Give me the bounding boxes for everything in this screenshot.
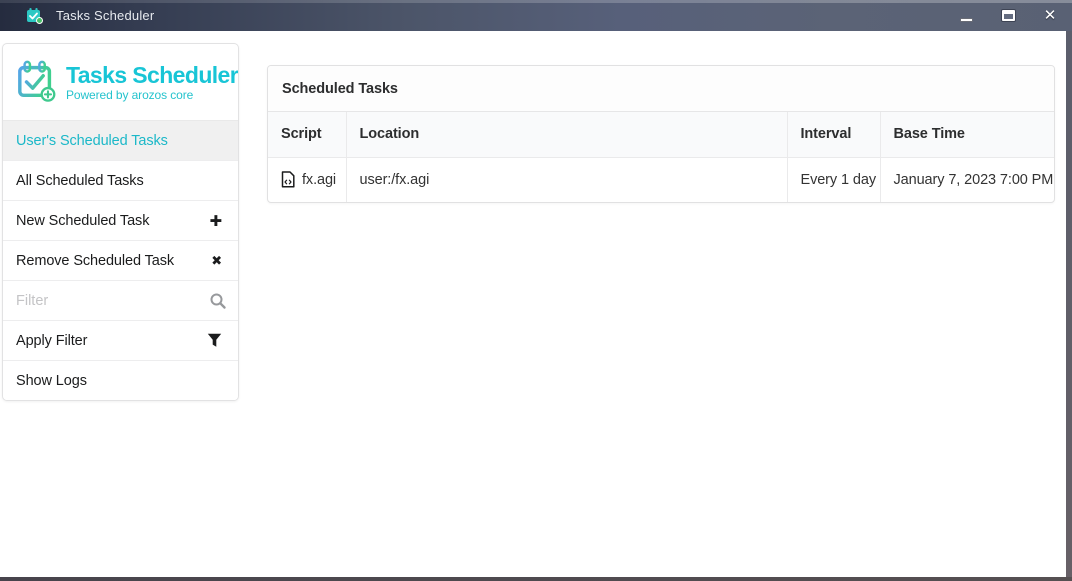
table-header-row: Script Location Interval Base Time	[268, 112, 1055, 157]
menu-item-label: New Scheduled Task	[16, 213, 149, 229]
column-header-script: Script	[268, 112, 346, 157]
window-title: Tasks Scheduler	[56, 8, 154, 23]
window-right-border	[1066, 31, 1072, 577]
close-icon: ✕	[1044, 8, 1057, 23]
sidebar-menu: User's Scheduled Tasks All Scheduled Tas…	[3, 121, 238, 401]
filter-funnel-icon	[207, 333, 222, 348]
filter-input[interactable]	[3, 281, 209, 320]
close-button[interactable]: ✕	[1034, 3, 1066, 29]
titlebar: Tasks Scheduler ✕	[0, 0, 1072, 31]
scheduled-tasks-table: Script Location Interval Base Time	[268, 112, 1055, 202]
table-row[interactable]: fx.agi user:/fx.agi Every 1 day January …	[268, 157, 1055, 202]
sidebar-item-apply-filter[interactable]: Apply Filter	[3, 321, 238, 361]
sidebar: Tasks Scheduler Powered by arozos core U…	[2, 43, 239, 401]
logo-title: Tasks Scheduler	[66, 64, 238, 87]
plus-icon	[210, 212, 222, 230]
logo-text: Tasks Scheduler Powered by arozos core	[66, 64, 238, 101]
remove-x-icon	[211, 253, 222, 269]
sidebar-item-remove-scheduled-task[interactable]: Remove Scheduled Task	[3, 241, 238, 281]
sidebar-item-all-scheduled-tasks[interactable]: All Scheduled Tasks	[3, 161, 238, 201]
column-header-location: Location	[346, 112, 787, 157]
script-name: fx.agi	[302, 172, 336, 188]
scheduled-tasks-card: Scheduled Tasks Script Location Interval…	[267, 65, 1055, 203]
sidebar-item-users-scheduled-tasks[interactable]: User's Scheduled Tasks	[3, 121, 238, 161]
window-controls: ✕	[950, 0, 1072, 31]
task-base-time: January 7, 2023 7:00 PM	[880, 157, 1055, 202]
column-header-interval: Interval	[787, 112, 880, 157]
menu-item-label: Apply Filter	[16, 333, 87, 349]
menu-item-label: All Scheduled Tasks	[16, 173, 144, 189]
logo-calendar-icon	[16, 59, 58, 103]
search-icon	[209, 292, 227, 310]
filter-row	[3, 281, 238, 321]
app-calendar-icon	[26, 7, 43, 24]
column-header-base-time: Base Time	[880, 112, 1055, 157]
app-window: Tasks Scheduler ✕	[0, 0, 1072, 581]
minimize-button[interactable]	[950, 3, 982, 29]
menu-item-label: Show Logs	[16, 373, 87, 389]
menu-item-label: User's Scheduled Tasks	[16, 133, 168, 149]
app-logo: Tasks Scheduler Powered by arozos core	[3, 44, 238, 121]
minimize-icon	[960, 18, 973, 22]
menu-item-label: Remove Scheduled Task	[16, 253, 174, 269]
sidebar-item-new-scheduled-task[interactable]: New Scheduled Task	[3, 201, 238, 241]
sidebar-item-show-logs[interactable]: Show Logs	[3, 361, 238, 401]
window-bottom-border[interactable]	[0, 577, 1072, 581]
window-content: Tasks Scheduler Powered by arozos core U…	[0, 31, 1066, 577]
maximize-icon	[1002, 10, 1015, 21]
card-title: Scheduled Tasks	[268, 66, 1054, 112]
file-code-icon	[281, 171, 295, 188]
logo-subtitle: Powered by arozos core	[66, 89, 238, 101]
task-interval: Every 1 day	[787, 157, 880, 202]
script-location: user:/fx.agi	[346, 157, 787, 202]
maximize-button[interactable]	[992, 3, 1024, 29]
